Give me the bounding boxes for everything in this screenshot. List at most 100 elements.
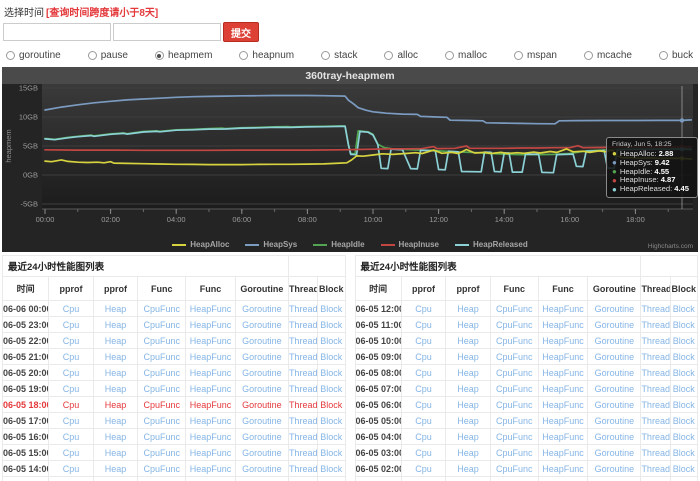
radio-option-goroutine[interactable]: goroutine: [6, 50, 61, 61]
link-heapfunc[interactable]: HeapFunc: [542, 336, 584, 346]
link-heapfunc[interactable]: HeapFunc: [190, 320, 232, 330]
link-heap[interactable]: Heap: [457, 336, 479, 346]
link-heapfunc[interactable]: HeapFunc: [190, 352, 232, 362]
link-heap[interactable]: Heap: [105, 304, 127, 314]
link-cpufunc[interactable]: CpuFunc: [143, 320, 180, 330]
link-goroutine[interactable]: Goroutine: [595, 432, 635, 442]
legend-item-heapidle[interactable]: HeapIdle: [313, 240, 364, 249]
link-thread[interactable]: Thread: [641, 368, 670, 378]
link-heap[interactable]: Heap: [105, 368, 127, 378]
link-block[interactable]: Block: [673, 320, 695, 330]
link-heap[interactable]: Heap: [105, 464, 127, 474]
link-cpufunc[interactable]: CpuFunc: [143, 384, 180, 394]
link-cpufunc[interactable]: CpuFunc: [496, 448, 533, 458]
link-goroutine[interactable]: Goroutine: [595, 304, 635, 314]
radio-option-heapnum[interactable]: heapnum: [239, 50, 294, 61]
link-block[interactable]: Block: [673, 368, 695, 378]
link-cpufunc[interactable]: CpuFunc: [143, 336, 180, 346]
link-cpu[interactable]: Cpu: [415, 352, 432, 362]
link-thread[interactable]: Thread: [641, 320, 670, 330]
link-heapfunc[interactable]: HeapFunc: [190, 448, 232, 458]
link-heap[interactable]: Heap: [457, 304, 479, 314]
end-time-input[interactable]: [113, 23, 221, 41]
link-block[interactable]: Block: [320, 416, 342, 426]
link-heap[interactable]: Heap: [457, 400, 479, 410]
link-cpufunc[interactable]: CpuFunc: [143, 432, 180, 442]
link-block[interactable]: Block: [673, 352, 695, 362]
link-thread[interactable]: Thread: [289, 352, 318, 362]
link-thread[interactable]: Thread: [641, 448, 670, 458]
link-thread[interactable]: Thread: [641, 464, 670, 474]
link-cpu[interactable]: Cpu: [63, 384, 80, 394]
link-cpu[interactable]: Cpu: [63, 400, 80, 410]
radio-circle-buck[interactable]: [659, 51, 668, 60]
radio-circle-malloc[interactable]: [445, 51, 454, 60]
link-cpu[interactable]: Cpu: [63, 368, 80, 378]
link-thread[interactable]: Thread: [641, 336, 670, 346]
link-thread[interactable]: Thread: [641, 400, 670, 410]
link-heapfunc[interactable]: HeapFunc: [542, 416, 584, 426]
link-cpu[interactable]: Cpu: [63, 320, 80, 330]
link-cpufunc[interactable]: CpuFunc: [496, 336, 533, 346]
radio-circle-heapmem[interactable]: [155, 51, 164, 60]
link-cpufunc[interactable]: CpuFunc: [143, 352, 180, 362]
link-thread[interactable]: Thread: [641, 304, 670, 314]
radio-circle-alloc[interactable]: [384, 51, 393, 60]
link-thread[interactable]: Thread: [641, 384, 670, 394]
link-cpu[interactable]: Cpu: [415, 320, 432, 330]
link-thread[interactable]: Thread: [289, 464, 318, 474]
radio-option-mcache[interactable]: mcache: [584, 50, 632, 61]
link-block[interactable]: Block: [320, 352, 342, 362]
link-heap[interactable]: Heap: [105, 416, 127, 426]
link-block[interactable]: Block: [320, 320, 342, 330]
link-cpufunc[interactable]: CpuFunc: [143, 368, 180, 378]
link-thread[interactable]: Thread: [289, 400, 318, 410]
link-goroutine[interactable]: Goroutine: [242, 352, 282, 362]
link-cpu[interactable]: Cpu: [63, 352, 80, 362]
link-thread[interactable]: Thread: [289, 416, 318, 426]
link-cpufunc[interactable]: CpuFunc: [143, 464, 180, 474]
link-heapfunc[interactable]: HeapFunc: [542, 448, 584, 458]
link-block[interactable]: Block: [673, 400, 695, 410]
link-block[interactable]: Block: [673, 432, 695, 442]
link-heap[interactable]: Heap: [105, 448, 127, 458]
link-thread[interactable]: Thread: [289, 368, 318, 378]
link-block[interactable]: Block: [673, 384, 695, 394]
link-block[interactable]: Block: [673, 464, 695, 474]
link-heap[interactable]: Heap: [457, 320, 479, 330]
link-cpufunc[interactable]: CpuFunc: [496, 416, 533, 426]
link-cpu[interactable]: Cpu: [415, 336, 432, 346]
link-goroutine[interactable]: Goroutine: [242, 464, 282, 474]
link-cpufunc[interactable]: CpuFunc: [496, 400, 533, 410]
link-heap[interactable]: Heap: [457, 352, 479, 362]
link-heapfunc[interactable]: HeapFunc: [190, 432, 232, 442]
link-cpu[interactable]: Cpu: [415, 368, 432, 378]
link-goroutine[interactable]: Goroutine: [595, 368, 635, 378]
link-goroutine[interactable]: Goroutine: [595, 416, 635, 426]
link-block[interactable]: Block: [320, 432, 342, 442]
link-block[interactable]: Block: [320, 336, 342, 346]
link-goroutine[interactable]: Goroutine: [242, 336, 282, 346]
link-heapfunc[interactable]: HeapFunc: [542, 320, 584, 330]
link-heapfunc[interactable]: HeapFunc: [542, 352, 584, 362]
link-thread[interactable]: Thread: [289, 448, 318, 458]
link-block[interactable]: Block: [320, 368, 342, 378]
link-cpufunc[interactable]: CpuFunc: [143, 448, 180, 458]
link-heapfunc[interactable]: HeapFunc: [190, 464, 232, 474]
link-goroutine[interactable]: Goroutine: [595, 384, 635, 394]
start-time-input[interactable]: [3, 23, 111, 41]
link-cpu[interactable]: Cpu: [415, 400, 432, 410]
link-goroutine[interactable]: Goroutine: [595, 352, 635, 362]
link-heapfunc[interactable]: HeapFunc: [542, 304, 584, 314]
link-heap[interactable]: Heap: [457, 464, 479, 474]
radio-option-stack[interactable]: stack: [321, 50, 357, 61]
radio-circle-mcache[interactable]: [584, 51, 593, 60]
link-thread[interactable]: Thread: [289, 384, 318, 394]
link-goroutine[interactable]: Goroutine: [595, 448, 635, 458]
radio-option-mspan[interactable]: mspan: [514, 50, 557, 61]
link-heapfunc[interactable]: HeapFunc: [190, 368, 232, 378]
link-cpu[interactable]: Cpu: [63, 304, 80, 314]
link-heap[interactable]: Heap: [457, 368, 479, 378]
link-heapfunc[interactable]: HeapFunc: [542, 464, 584, 474]
link-cpufunc[interactable]: CpuFunc: [496, 432, 533, 442]
